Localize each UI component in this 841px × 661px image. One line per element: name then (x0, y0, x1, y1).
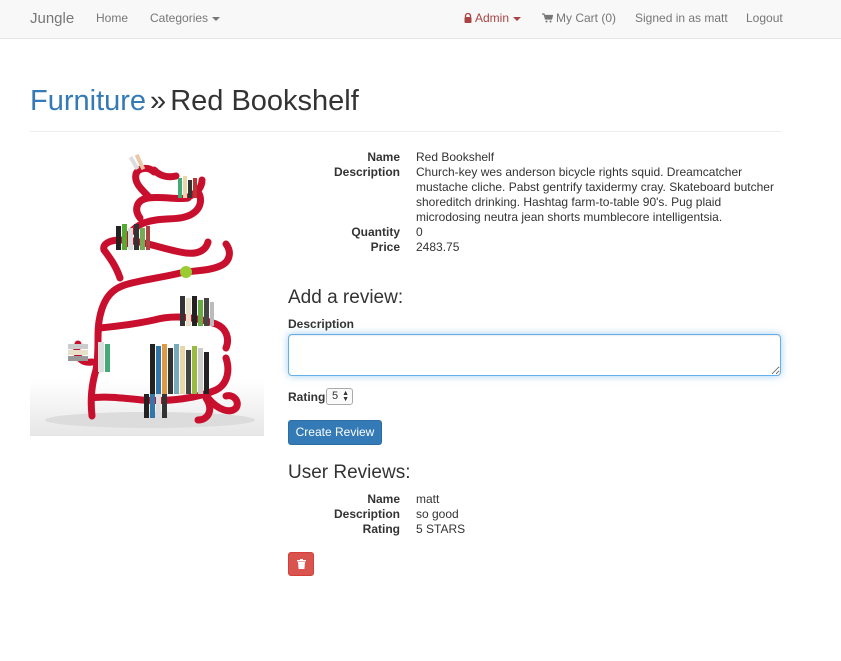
nav-categories-dropdown[interactable]: Categories (150, 0, 221, 38)
review-description-label-2: Description (333, 507, 400, 521)
description-label: Description (333, 165, 400, 179)
name-label: Name (367, 150, 400, 164)
logout-link[interactable]: Logout (746, 0, 783, 38)
detail-row-price: Price 2483.75 (288, 240, 778, 255)
shopping-cart-icon (542, 1, 554, 38)
category-breadcrumb-link[interactable]: Furniture (30, 85, 146, 117)
quantity-label: Quantity (351, 225, 400, 239)
create-review-button[interactable]: Create Review (288, 420, 382, 445)
review-row-description: Description so good (288, 507, 778, 522)
review-description-label: Description (288, 317, 355, 331)
review-row-name: Name matt (288, 492, 778, 507)
review-item: Name matt Description so good Rating 5 STAR… (288, 492, 778, 537)
review-rating-label: Rating (288, 390, 326, 404)
review-rating-label-2: Rating (362, 522, 400, 536)
lock-icon (464, 1, 472, 38)
nav-categories-label: Categories (150, 11, 209, 25)
nav-admin-dropdown[interactable]: Admin (464, 0, 522, 38)
review-name-label: Name (367, 492, 400, 506)
name-value: Red Bookshelf (416, 150, 495, 164)
price-label: Price (370, 240, 400, 254)
user-reviews-heading: User Reviews: (288, 462, 411, 483)
brand-link[interactable]: Jungle (30, 0, 74, 38)
caret-down-icon (212, 16, 221, 21)
add-review-heading: Add a review: (288, 287, 404, 308)
review-row-rating: Rating 5 STARS (288, 522, 778, 537)
product-title: Red Bookshelf (170, 85, 359, 117)
review-name-value: matt (416, 492, 440, 506)
review-rating-value: 5 STARS (416, 522, 466, 536)
review-description-input[interactable] (288, 334, 781, 376)
detail-row-description: Description Church-key wes anderson bicyc… (288, 165, 778, 225)
signed-in-text: Signed in as matt (635, 11, 728, 25)
price-value: 2483.75 (416, 240, 460, 254)
detail-row-name: Name Red Bookshelf (288, 150, 778, 165)
description-value: Church-key wes anderson bicycle rights s… (416, 165, 774, 224)
page-header: Furniture» Red Bookshelf (30, 84, 781, 132)
breadcrumb-separator: » (150, 85, 167, 117)
product-image (30, 148, 264, 436)
quantity-value: 0 (416, 225, 423, 239)
navbar: Jungle Home Categories Admin My Cart (0)… (0, 0, 841, 39)
product-details: Name Red Bookshelf Description Church-key … (288, 150, 778, 255)
review-description-value: so good (416, 507, 459, 521)
nav-cart-label: My Cart (0) (556, 11, 616, 25)
trash-icon (297, 559, 306, 569)
rating-select-value: 5 (332, 390, 339, 402)
nav-admin-label: Admin (475, 11, 510, 25)
delete-review-button[interactable] (288, 552, 314, 576)
rating-select[interactable]: 5 ▲ ▼ (326, 388, 353, 405)
nav-home-link[interactable]: Home (96, 0, 128, 38)
detail-row-quantity: Quantity 0 (288, 225, 778, 240)
nav-cart-link[interactable]: My Cart (0) (542, 0, 616, 38)
select-arrows-icon: ▲ ▼ (342, 390, 349, 403)
caret-down-icon (513, 16, 522, 21)
page-title: Furniture» Red Bookshelf (30, 84, 781, 118)
